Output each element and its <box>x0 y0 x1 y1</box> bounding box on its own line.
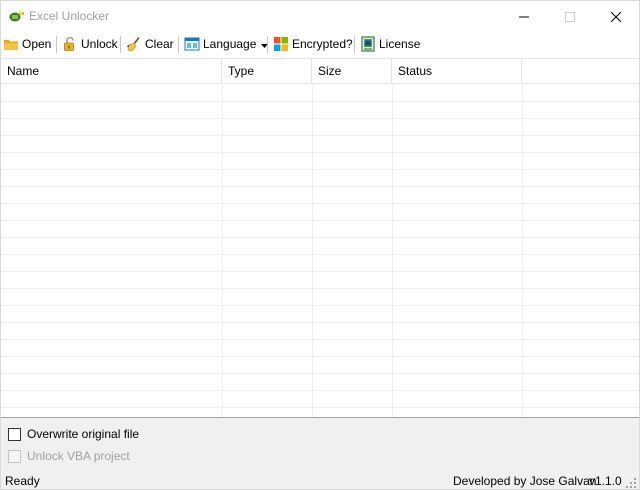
overwrite-original-checkbox-row[interactable]: Overwrite original file <box>8 427 139 441</box>
overwrite-original-checkbox[interactable] <box>8 427 21 441</box>
row-grid-line <box>1 271 639 272</box>
windows-logo-icon <box>273 36 289 52</box>
row-grid-line <box>1 135 639 136</box>
row-grid-line <box>1 305 639 306</box>
row-grid-line <box>1 203 639 204</box>
list-rows-area[interactable] <box>1 84 639 417</box>
clear-button[interactable]: Clear <box>126 33 174 55</box>
toolbar-separator <box>56 36 57 53</box>
broom-icon <box>126 36 142 52</box>
status-text: Ready <box>5 474 40 488</box>
row-grid-line <box>1 322 639 323</box>
file-list-view[interactable]: Name Type Size Status <box>1 58 639 417</box>
column-grid-line <box>522 84 523 417</box>
column-header-type[interactable]: Type <box>222 59 312 84</box>
options-panel: Overwrite original file Unlock VBA proje… <box>1 417 639 469</box>
row-grid-line <box>1 152 639 153</box>
column-header-size[interactable]: Size <box>312 59 392 84</box>
app-icon <box>9 9 25 23</box>
minimize-button[interactable] <box>501 1 547 32</box>
row-grid-line <box>1 288 639 289</box>
folder-icon <box>3 36 19 52</box>
title-bar[interactable]: Excel Unlocker <box>1 1 639 32</box>
row-grid-line <box>1 356 639 357</box>
close-button[interactable] <box>593 1 639 32</box>
unlock-vba-checkbox <box>8 449 21 463</box>
overwrite-original-label[interactable]: Overwrite original file <box>27 427 139 441</box>
toolbar-separator <box>178 36 179 53</box>
unlock-button[interactable]: Unlock <box>62 33 118 55</box>
maximize-button <box>547 1 593 32</box>
unlock-vba-label: Unlock VBA project <box>27 449 130 463</box>
toolbar-separator <box>120 36 121 53</box>
column-header-status[interactable]: Status <box>392 59 522 84</box>
row-grid-line <box>1 220 639 221</box>
app-window: Excel Unlocker Open Unlock Clear Languag… <box>0 0 640 490</box>
toolbar: Open Unlock Clear Language Encrypted? Li… <box>1 32 639 57</box>
row-grid-line <box>1 390 639 391</box>
window-title: Excel Unlocker <box>29 9 110 23</box>
column-header-name[interactable]: Name <box>1 59 222 84</box>
toolbar-separator <box>354 36 355 53</box>
row-grid-line <box>1 237 639 238</box>
row-grid-line <box>1 101 639 102</box>
row-grid-line <box>1 254 639 255</box>
language-dropdown-button[interactable]: Language <box>184 33 269 55</box>
column-grid-line <box>392 84 393 417</box>
encrypted-button[interactable]: Encrypted? <box>273 33 353 55</box>
status-bar: Ready Developed by Jose Galvan v1.1.0 <box>1 469 639 489</box>
row-grid-line <box>1 118 639 119</box>
language-window-icon <box>184 36 200 52</box>
row-grid-line <box>1 339 639 340</box>
column-grid-line <box>222 84 223 417</box>
license-certificate-icon <box>360 36 376 52</box>
row-grid-line <box>1 407 639 408</box>
row-grid-line <box>1 373 639 374</box>
list-header: Name Type Size Status <box>1 59 639 84</box>
row-grid-line <box>1 169 639 170</box>
row-grid-line <box>1 186 639 187</box>
column-grid-line <box>312 84 313 417</box>
open-button[interactable]: Open <box>3 33 51 55</box>
license-button[interactable]: License <box>360 33 420 55</box>
toolbar-separator <box>267 36 268 53</box>
developer-text: Developed by Jose Galvan <box>453 474 597 488</box>
padlock-open-icon <box>62 36 78 52</box>
unlock-vba-checkbox-row: Unlock VBA project <box>8 449 130 463</box>
resize-grip-icon[interactable] <box>626 477 636 488</box>
version-text: v1.1.0 <box>589 474 622 488</box>
